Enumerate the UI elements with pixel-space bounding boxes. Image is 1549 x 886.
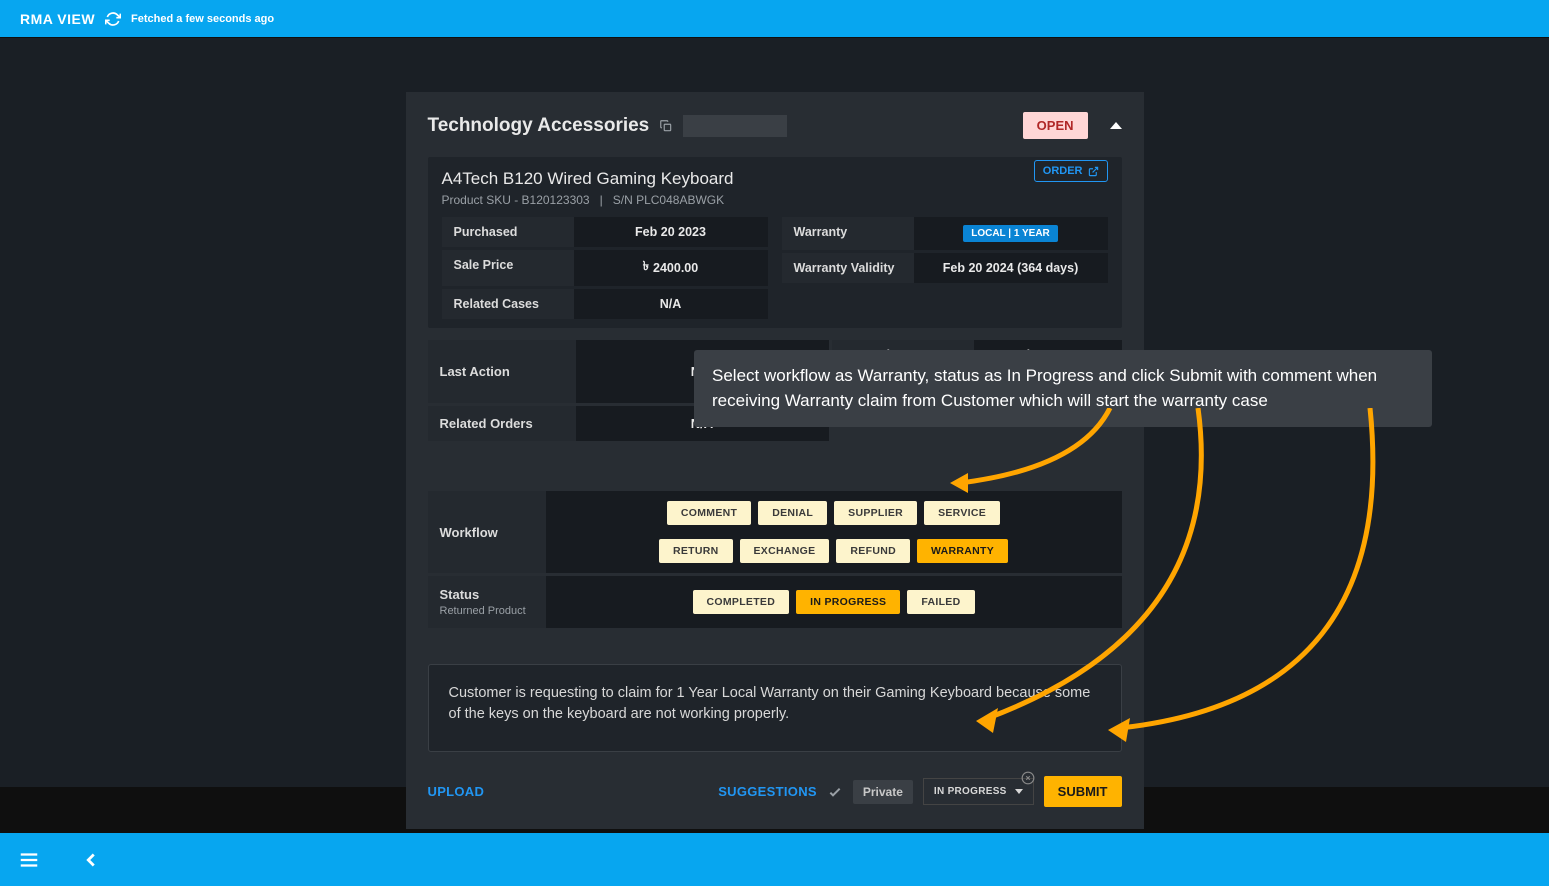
external-link-icon (1088, 166, 1099, 177)
currency-icon: ৳ (643, 258, 649, 278)
refresh-icon[interactable] (105, 11, 121, 27)
workflow-opt-exchange[interactable]: EXCHANGE (740, 539, 830, 563)
status-options: COMPLETED IN PROGRESS FAILED (546, 576, 1122, 628)
redacted-block (683, 115, 787, 137)
row-validity: Warranty Validity Feb 20 2024 (364 days) (782, 253, 1108, 283)
copy-icon[interactable] (659, 119, 673, 133)
workflow-opt-return[interactable]: RETURN (659, 539, 733, 563)
label-sale: Sale Price (442, 250, 574, 286)
product-meta: Product SKU - B120123303 | S/N PLC048ABW… (442, 193, 1108, 207)
label-last-action: Last Action (428, 340, 576, 403)
label-purchased: Purchased (442, 217, 574, 247)
workflow-opt-comment[interactable]: COMMENT (667, 501, 751, 525)
status-opt-failed[interactable]: FAILED (907, 590, 974, 614)
private-toggle[interactable]: Private (853, 780, 913, 804)
back-icon[interactable] (80, 849, 102, 871)
comment-textarea[interactable]: Customer is requesting to claim for 1 Ye… (428, 664, 1122, 752)
upload-button[interactable]: UPLOAD (428, 784, 485, 799)
product-sku: Product SKU - B120123303 (442, 193, 590, 207)
workflow-opt-supplier[interactable]: SUPPLIER (834, 501, 917, 525)
status-dropdown-label: IN PROGRESS (934, 786, 1007, 797)
fetched-label: Fetched a few seconds ago (131, 13, 274, 25)
val-sale: ৳ 2400.00 (574, 250, 768, 286)
rma-panel: Technology Accessories OPEN ORDER A4Tech… (406, 92, 1144, 829)
top-bar: RMA VIEW Fetched a few seconds ago (0, 0, 1549, 37)
status-dropdown[interactable]: IN PROGRESS (923, 778, 1034, 805)
status-opt-completed[interactable]: COMPLETED (693, 590, 790, 614)
product-title: A4Tech B120 Wired Gaming Keyboard (442, 169, 1108, 189)
workflow-opt-refund[interactable]: REFUND (836, 539, 910, 563)
status-sub: Returned Product (440, 605, 534, 617)
label-related-cases: Related Cases (442, 289, 574, 319)
workflow-row: Workflow COMMENT DENIAL SUPPLIER SERVICE… (428, 491, 1122, 573)
label-warranty: Warranty (782, 217, 914, 250)
status-row: Status Returned Product COMPLETED IN PRO… (428, 576, 1122, 628)
row-warranty: Warranty LOCAL | 1 YEAR (782, 217, 1108, 250)
val-warranty: LOCAL | 1 YEAR (914, 217, 1108, 250)
label-related-orders: Related Orders (428, 406, 576, 441)
bottom-bar (0, 833, 1549, 886)
workflow-opt-denial[interactable]: DENIAL (758, 501, 827, 525)
label-workflow: Workflow (428, 491, 546, 573)
product-sn: S/N PLC048ABWGK (613, 193, 724, 207)
row-sale-price: Sale Price ৳ 2400.00 (442, 250, 768, 286)
workflow-card: Workflow COMMENT DENIAL SUPPLIER SERVICE… (428, 491, 1122, 628)
val-validity: Feb 20 2024 (364 days) (914, 253, 1108, 283)
warranty-badge: LOCAL | 1 YEAR (963, 225, 1058, 242)
chevron-down-icon (1015, 789, 1023, 794)
page-title: RMA VIEW (20, 11, 95, 27)
footer-row: UPLOAD SUGGESTIONS Private IN PROGRESS S… (428, 776, 1122, 807)
workflow-options: COMMENT DENIAL SUPPLIER SERVICE RETURN E… (546, 491, 1122, 573)
status-badge: OPEN (1023, 112, 1088, 139)
label-status: Status Returned Product (428, 576, 546, 628)
suggestions-button[interactable]: SUGGESTIONS (718, 784, 817, 799)
collapse-icon[interactable] (1110, 122, 1122, 129)
status-label-text: Status (440, 587, 534, 602)
order-button[interactable]: ORDER (1034, 160, 1108, 182)
label-validity: Warranty Validity (782, 253, 914, 283)
val-related-cases: N/A (574, 289, 768, 319)
val-purchased: Feb 20 2023 (574, 217, 768, 247)
clear-icon[interactable] (1021, 771, 1035, 785)
workflow-opt-warranty[interactable]: WARRANTY (917, 539, 1008, 563)
instruction-tooltip: Select workflow as Warranty, status as I… (694, 350, 1432, 427)
panel-header: Technology Accessories OPEN (428, 112, 1122, 139)
order-button-label: ORDER (1043, 165, 1083, 177)
submit-button[interactable]: SUBMIT (1044, 776, 1122, 807)
menu-icon[interactable] (18, 849, 40, 871)
status-opt-in-progress[interactable]: IN PROGRESS (796, 590, 900, 614)
workflow-opt-service[interactable]: SERVICE (924, 501, 1000, 525)
breadcrumb[interactable]: Technology Accessories (428, 115, 650, 137)
sale-amount: 2400.00 (653, 261, 698, 275)
detail-grid: Purchased Feb 20 2023 Sale Price ৳ 2400.… (442, 217, 1108, 322)
product-card: ORDER A4Tech B120 Wired Gaming Keyboard … (428, 157, 1122, 328)
check-icon[interactable] (827, 784, 843, 800)
row-purchased: Purchased Feb 20 2023 (442, 217, 768, 247)
row-related-cases: Related Cases N/A (442, 289, 768, 319)
